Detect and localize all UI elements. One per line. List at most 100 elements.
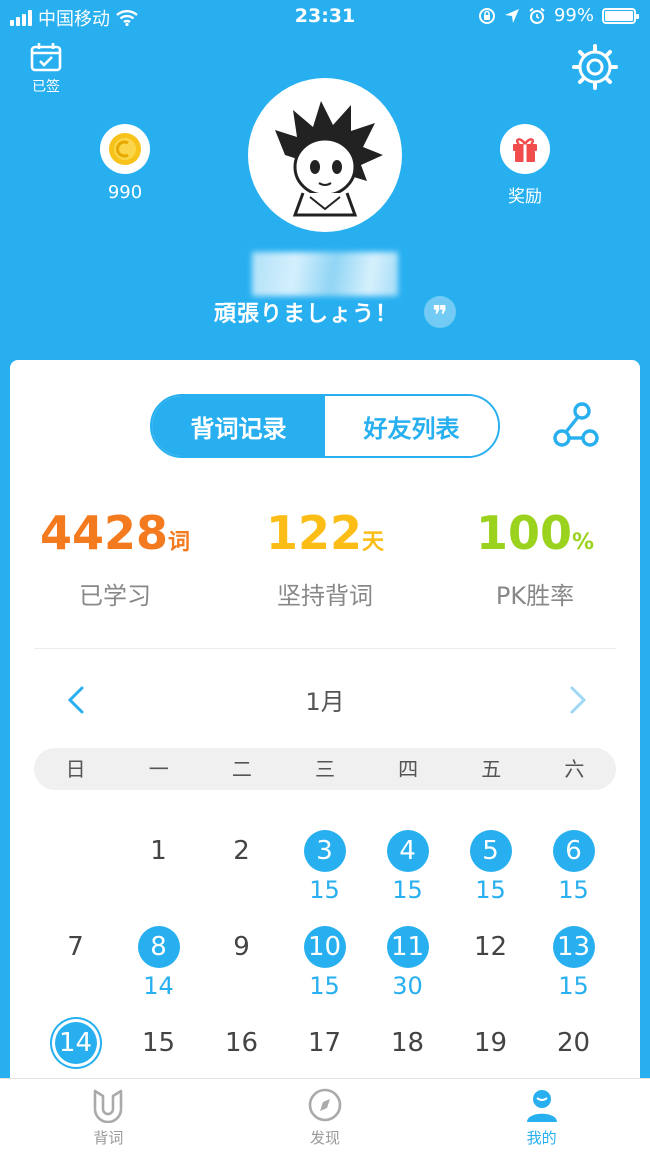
tab-mine[interactable]: 我的 (433, 1079, 650, 1156)
calendar-day-number: 14 (54, 1022, 97, 1064)
tab-records[interactable]: 背词记录 (152, 396, 325, 456)
avatar[interactable] (248, 78, 402, 232)
calendar-day-number: 2 (233, 836, 250, 866)
calendar-day[interactable]: 12 (449, 926, 532, 1016)
calendar-day-number: 9 (233, 932, 250, 962)
signed-in-button[interactable]: 已签 (28, 42, 64, 96)
month-nav: 1月 (10, 674, 640, 724)
calendar-day-number: 18 (390, 1028, 425, 1058)
calendar-day[interactable]: 11 30 (366, 926, 449, 1016)
motto-row: 頑張りましょう！ ❞ (0, 296, 650, 331)
segment-control: 背词记录 好友列表 (150, 394, 500, 458)
tab-discover[interactable]: 发现 (217, 1079, 434, 1156)
study-icon (94, 1089, 123, 1123)
calendar-day-number: 17 (307, 1028, 342, 1058)
coins-button[interactable]: 990 (98, 124, 152, 203)
calendar-day[interactable]: 7 (34, 926, 117, 1016)
stat-learned-value: 4428 (39, 506, 168, 560)
calendar-day-number: 13 (552, 926, 595, 968)
coins-value: 990 (107, 182, 143, 203)
calendar-day-number: 3 (303, 830, 346, 872)
calendar-day-number: 19 (473, 1028, 508, 1058)
stats-row: 4428词 已学习 122天 坚持背词 100% PK胜率 (10, 504, 640, 624)
calendar-day[interactable]: 6 15 (532, 830, 615, 920)
stat-pk-value-line: 100% (430, 504, 640, 562)
calendar-day[interactable]: 9 (200, 926, 283, 1016)
calendar-day[interactable]: 2 (200, 830, 283, 920)
stat-streak: 122天 坚持背词 (220, 504, 430, 611)
share-icon (553, 402, 599, 447)
weekday-mon: 一 (148, 757, 169, 781)
battery-percent: 99% (553, 5, 594, 26)
tab-study[interactable]: 背词 (0, 1079, 217, 1156)
calendar-day[interactable]: 1 (117, 830, 200, 920)
calendar-day-number: 15 (141, 1028, 176, 1058)
motto-text: 頑張りましょう！ (213, 302, 398, 327)
avatar-illustration (275, 101, 383, 217)
quote-icon[interactable]: ❞ (424, 296, 456, 331)
gift-icon (513, 138, 537, 162)
calendar-day-number: 20 (556, 1028, 591, 1058)
calendar-day-word-count: 15 (309, 972, 340, 1000)
calendar-day-word-count: 15 (392, 876, 423, 904)
coin-icon (109, 133, 141, 165)
calendar-day-number: 16 (224, 1028, 259, 1058)
orientation-lock-icon (478, 7, 495, 24)
calendar-day-number: 5 (469, 830, 512, 872)
divider (34, 648, 616, 649)
calendar-day-word-count: 15 (475, 876, 506, 904)
gift-icon-wrap (500, 124, 550, 174)
calendar-day[interactable]: 5 15 (449, 830, 532, 920)
stat-pk-unit: % (571, 530, 595, 555)
location-icon (504, 8, 519, 23)
weekday-fri: 五 (481, 757, 502, 781)
calendar-day-number: 12 (473, 932, 508, 962)
gear-icon (572, 44, 618, 90)
calendar-day[interactable]: 10 15 (283, 926, 366, 1016)
calendar-day[interactable]: 13 15 (532, 926, 615, 1016)
calendar-day[interactable]: 8 14 (117, 926, 200, 1016)
tab-discover-label: 发现 (310, 1129, 341, 1147)
status-right: 99% (478, 5, 639, 26)
next-month-icon[interactable] (556, 680, 596, 720)
calendar-check-icon (30, 43, 62, 72)
month-title: 1月 (305, 688, 345, 716)
compass-icon (308, 1088, 342, 1122)
calendar-day-word-count: 15 (309, 876, 340, 904)
calendar-day-number: 4 (386, 830, 429, 872)
nickname-redacted (252, 252, 398, 296)
stat-streak-label: 坚持背词 (277, 582, 373, 610)
battery-icon (602, 7, 639, 24)
calendar-day[interactable]: 4 15 (366, 830, 449, 920)
user-icon (526, 1090, 557, 1122)
settings-button[interactable] (572, 44, 618, 90)
stat-pk-value: 100 (475, 506, 572, 560)
stat-streak-unit: 天 (362, 530, 385, 555)
calendar-day-word-count: 30 (392, 972, 423, 1000)
stat-pk-label: PK胜率 (495, 582, 575, 610)
calendar-day-word-count: 15 (558, 972, 589, 1000)
stat-learned-label: 已学习 (79, 582, 151, 610)
reward-button[interactable]: 奖励 (490, 124, 560, 207)
records-card: 背词记录 好友列表 4428词 已学习 122天 坚持背词 100% PK胜率 … (10, 360, 640, 1156)
signed-label: 已签 (32, 79, 60, 95)
calendar-day[interactable]: 3 15 (283, 830, 366, 920)
stat-learned-unit: 词 (168, 530, 191, 555)
weekday-tue: 二 (231, 757, 252, 781)
status-bar: 中国移动 23:31 99% (0, 0, 650, 34)
calendar-day-number: 7 (67, 932, 84, 962)
share-button[interactable] (552, 402, 600, 450)
calendar-day-number: 11 (386, 926, 429, 968)
stat-pk: 100% PK胜率 (430, 504, 640, 611)
tab-study-label: 背词 (93, 1129, 124, 1147)
weekday-wed: 三 (314, 757, 335, 781)
tab-friends[interactable]: 好友列表 (325, 396, 498, 456)
tab-mine-label: 我的 (526, 1129, 557, 1147)
calendar-day-word-count: 15 (558, 876, 589, 904)
coin-icon-wrap (100, 124, 150, 174)
stat-learned-value-line: 4428词 (10, 504, 220, 562)
calendar-day-number: 1 (150, 836, 167, 866)
calendar-day-number: 10 (303, 926, 346, 968)
weekday-sat: 六 (564, 757, 585, 781)
calendar-day-word-count: 14 (143, 972, 174, 1000)
